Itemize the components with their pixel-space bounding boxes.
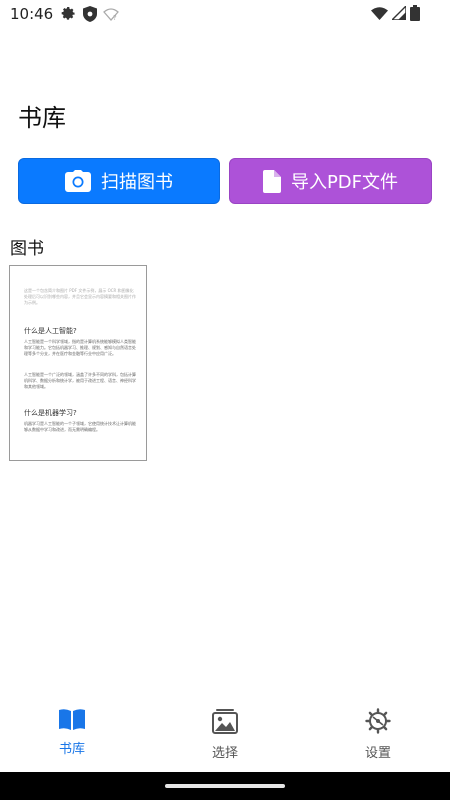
svg-text:?: ? — [113, 14, 117, 21]
nav-label-settings: 设置 — [364, 746, 391, 761]
import-pdf-label: 导入PDF文件 — [290, 172, 399, 193]
image-gallery-icon — [212, 708, 238, 738]
nav-item-library[interactable]: 书库 — [27, 708, 117, 757]
system-navigation-bar — [0, 772, 450, 800]
book-thumbnail[interactable]: 这是一个包含简介和图片 PDF 文件示例，展示 OCR 和图像化处理后可以识别哪… — [9, 265, 147, 461]
bottom-navigation: 书库 选择 设置 — [0, 700, 450, 772]
nav-item-select[interactable]: 选择 — [180, 708, 270, 761]
status-left-icons: ? — [61, 6, 120, 22]
nav-label-select: 选择 — [211, 746, 238, 761]
nav-label-library: 书库 — [58, 742, 85, 757]
book-intro-text: 这是一个包含简介和图片 PDF 文件示例，展示 OCR 和图像化处理后可以识别哪… — [24, 288, 136, 305]
books-section-label: 图书 — [10, 239, 44, 259]
camera-icon — [65, 170, 91, 192]
book-paragraph-2: 人工智能是一个广泛的领域，涵盖了许多不同的学科，包括计算机科学、数据分析和统计学… — [24, 372, 136, 389]
shield-icon — [83, 6, 98, 22]
wifi-icon — [371, 6, 388, 20]
import-pdf-button[interactable]: 导入PDF文件 — [229, 158, 432, 204]
status-right-icons — [371, 5, 420, 21]
open-book-icon — [58, 708, 86, 734]
book-heading-ai: 什么是人工智能? — [24, 327, 77, 335]
book-paragraph-1: 人工智能是一个科学领域，指的是计算机系统能够模拟人类智能和学习能力。它包括机器学… — [24, 339, 136, 356]
book-paragraph-3: 机器学习是人工智能的一个子领域，它使用统计技术让计算机能够从数据中学习和改进，而… — [24, 421, 136, 432]
scan-book-button[interactable]: 扫描图书 — [18, 158, 220, 204]
wifi-outline-icon: ? — [103, 7, 120, 21]
scan-book-label: 扫描图书 — [101, 172, 173, 193]
settings-wheel-icon — [365, 708, 391, 738]
home-gesture-handle[interactable] — [165, 784, 285, 788]
book-heading-ml: 什么是机器学习? — [24, 409, 77, 417]
nav-item-settings[interactable]: 设置 — [333, 708, 423, 761]
status-bar: 10:46 ? — [0, 0, 450, 28]
cellular-icon — [392, 6, 406, 20]
battery-icon — [410, 5, 420, 21]
document-icon — [262, 169, 281, 193]
status-time: 10:46 — [10, 5, 54, 23]
page-title: 书库 — [18, 104, 66, 132]
gear-icon — [61, 6, 77, 22]
